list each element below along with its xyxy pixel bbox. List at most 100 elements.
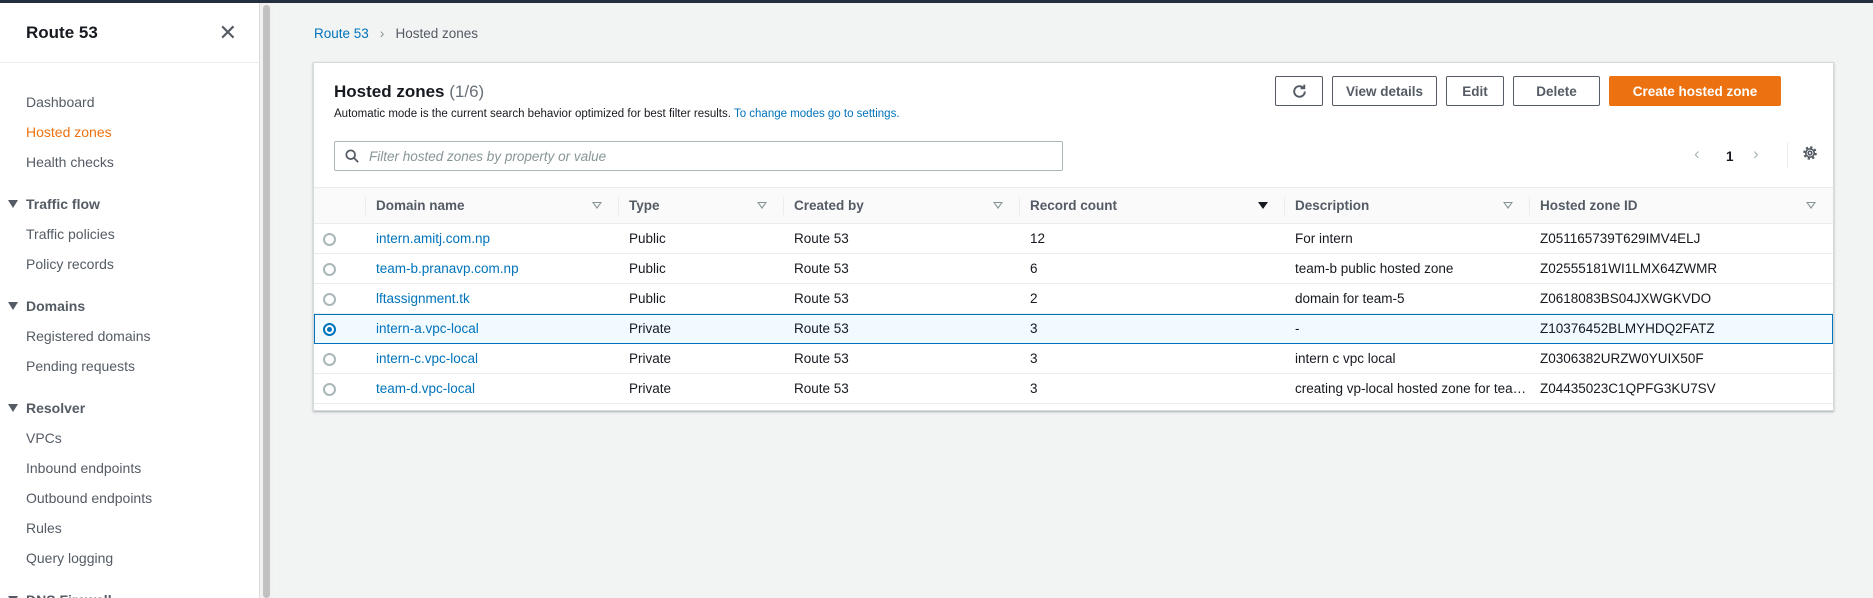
table-row[interactable]: team-b.pranavp.com.np Public Route 53 6 team… — [314, 254, 1833, 284]
sidebar-section-resolver[interactable]: Resolver — [0, 393, 259, 423]
sidebar-section-traffic-flow[interactable]: Traffic flow — [0, 189, 259, 219]
domain-name-link[interactable]: team-d.vpc-local — [366, 374, 619, 404]
table-row[interactable]: intern-c.vpc-local Private Route 53 3 intern… — [314, 344, 1833, 374]
previous-page-icon[interactable]: ‹ — [1694, 144, 1700, 164]
column-header-description[interactable]: Description — [1285, 188, 1530, 224]
create-hosted-zone-button[interactable]: Create hosted zone — [1609, 76, 1781, 106]
cell-zone-id: Z10376452BLMYHDQ2FATZ — [1540, 321, 1715, 336]
sidebar-item-pending-requests[interactable]: Pending requests — [0, 351, 259, 381]
sidebar-section-dns-firewall[interactable]: DNS Firewall — [0, 585, 259, 598]
cell-description: domain for team-5 — [1295, 291, 1405, 306]
sidebar-section-label: Resolver — [26, 400, 86, 416]
settings-gear-icon[interactable] — [1802, 145, 1818, 164]
cell-records: 3 — [1030, 321, 1038, 336]
delete-button[interactable]: Delete — [1513, 76, 1600, 106]
cell-zone-id: Z0618083BS04JXWGKVDO — [1540, 291, 1712, 306]
table-row[interactable]: lftassignment.tk Public Route 53 2 domain fo… — [314, 284, 1833, 314]
cell-description: creating vp-local hosted zone for team-d — [1295, 381, 1530, 396]
cell-created-by: Route 53 — [794, 381, 849, 396]
next-page-icon[interactable]: › — [1753, 144, 1759, 164]
sort-caret-icon[interactable] — [592, 202, 602, 209]
column-header-label: Record count — [1030, 198, 1118, 213]
filter-search-box[interactable] — [334, 141, 1063, 171]
column-header-record-count[interactable]: Record count — [1020, 188, 1285, 224]
scrollbar-thumb[interactable] — [263, 5, 270, 598]
sort-caret-icon[interactable] — [1503, 202, 1513, 209]
select-cell — [314, 284, 366, 314]
caret-down-icon — [8, 302, 18, 310]
sidebar-item-outbound-endpoints[interactable]: Outbound endpoints — [0, 483, 259, 513]
close-icon[interactable]: ✕ — [219, 21, 237, 44]
sidebar-item-query-logging[interactable]: Query logging — [0, 543, 259, 573]
row-radio-button[interactable] — [323, 322, 336, 336]
cell-created-by: Route 53 — [794, 321, 849, 336]
breadcrumb: Route 53 › Hosted zones — [314, 25, 478, 41]
sort-caret-icon[interactable] — [1258, 202, 1268, 209]
row-radio-button[interactable] — [323, 292, 336, 306]
edit-button[interactable]: Edit — [1446, 76, 1504, 106]
row-radio-button[interactable] — [323, 232, 336, 246]
sidebar-item-health-checks[interactable]: Health checks — [0, 147, 259, 177]
column-header-label: Created by — [794, 198, 864, 213]
sidebar-nav: Dashboard Hosted zones Health checks Traffi… — [0, 63, 259, 598]
cell-type: Public — [629, 231, 666, 246]
cell-type: Private — [629, 351, 672, 366]
settings-link[interactable]: To change modes go to settings. — [734, 108, 900, 120]
sidebar-section-domains[interactable]: Domains — [0, 291, 259, 321]
page-number[interactable]: 1 — [1726, 149, 1734, 164]
sort-caret-icon[interactable] — [757, 202, 767, 209]
sidebar-scrollbar[interactable] — [259, 3, 273, 598]
column-header-type[interactable]: Type — [619, 188, 784, 224]
sidebar-item-registered-domains[interactable]: Registered domains — [0, 321, 259, 351]
domain-name-link[interactable]: intern-a.vpc-local — [366, 314, 619, 344]
sidebar-section-label: Traffic flow — [26, 196, 100, 212]
column-header-label: Hosted zone ID — [1540, 198, 1638, 213]
table-body: intern.amitj.com.np Public Route 53 12 For i… — [314, 224, 1833, 404]
refresh-button[interactable] — [1275, 76, 1323, 106]
caret-down-icon — [8, 200, 18, 208]
select-cell — [314, 374, 366, 404]
sort-caret-icon[interactable] — [993, 202, 1003, 209]
sidebar: Route 53 ✕ Dashboard Hosted zones Health c… — [0, 3, 259, 598]
sidebar-item-dashboard[interactable]: Dashboard — [0, 87, 259, 117]
cell-zone-id: Z051165739T629IMV4ELJ — [1540, 231, 1701, 246]
view-details-button[interactable]: View details — [1332, 76, 1437, 106]
sidebar-header: Route 53 ✕ — [0, 3, 259, 63]
refresh-icon — [1292, 84, 1306, 98]
table-row[interactable]: team-d.vpc-local Private Route 53 3 creating… — [314, 374, 1833, 404]
caret-down-icon — [8, 404, 18, 412]
row-radio-button[interactable] — [323, 382, 336, 396]
cell-zone-id: Z02555181WI1LMX64ZWMR — [1540, 261, 1718, 276]
table-row[interactable]: intern.amitj.com.np Public Route 53 12 For i… — [314, 224, 1833, 254]
cell-zone-id: Z0306382URZW0YUIX50F — [1540, 351, 1704, 366]
sidebar-item-inbound-endpoints[interactable]: Inbound endpoints — [0, 453, 259, 483]
breadcrumb-root-link[interactable]: Route 53 — [314, 26, 369, 41]
domain-name-link[interactable]: team-b.pranavp.com.np — [366, 254, 619, 284]
search-mode-text: Automatic mode is the current search beh… — [334, 108, 731, 120]
row-radio-button[interactable] — [323, 352, 336, 366]
domain-name-link[interactable]: intern.amitj.com.np — [366, 224, 619, 254]
select-cell — [314, 344, 366, 374]
cell-created-by: Route 53 — [794, 351, 849, 366]
cell-description: For intern — [1295, 231, 1353, 246]
search-icon — [345, 149, 359, 163]
domain-name-link[interactable]: intern-c.vpc-local — [366, 344, 619, 374]
sidebar-title: Route 53 — [26, 22, 98, 42]
column-header-domain-name[interactable]: Domain name — [366, 188, 619, 224]
domain-name-link[interactable]: lftassignment.tk — [366, 284, 619, 314]
filter-search-input[interactable] — [369, 148, 1049, 164]
row-radio-button[interactable] — [323, 262, 336, 276]
sidebar-item-policy-records[interactable]: Policy records — [0, 249, 259, 279]
column-header-label: Description — [1295, 198, 1370, 213]
breadcrumb-current: Hosted zones — [395, 25, 479, 41]
table-row[interactable]: intern-a.vpc-local Private Route 53 3 - Z1037… — [314, 313, 1833, 344]
sidebar-item-rules[interactable]: Rules — [0, 513, 259, 543]
sidebar-item-vpcs[interactable]: VPCs — [0, 423, 259, 453]
sidebar-item-hosted-zones[interactable]: Hosted zones — [0, 117, 259, 147]
sort-caret-icon[interactable] — [1806, 202, 1816, 209]
column-header-created-by[interactable]: Created by — [784, 188, 1020, 224]
select-cell — [314, 224, 366, 254]
sidebar-item-traffic-policies[interactable]: Traffic policies — [0, 219, 259, 249]
column-header-hosted-zone-id[interactable]: Hosted zone ID — [1530, 188, 1833, 224]
cell-description: team-b public hosted zone — [1295, 261, 1454, 276]
